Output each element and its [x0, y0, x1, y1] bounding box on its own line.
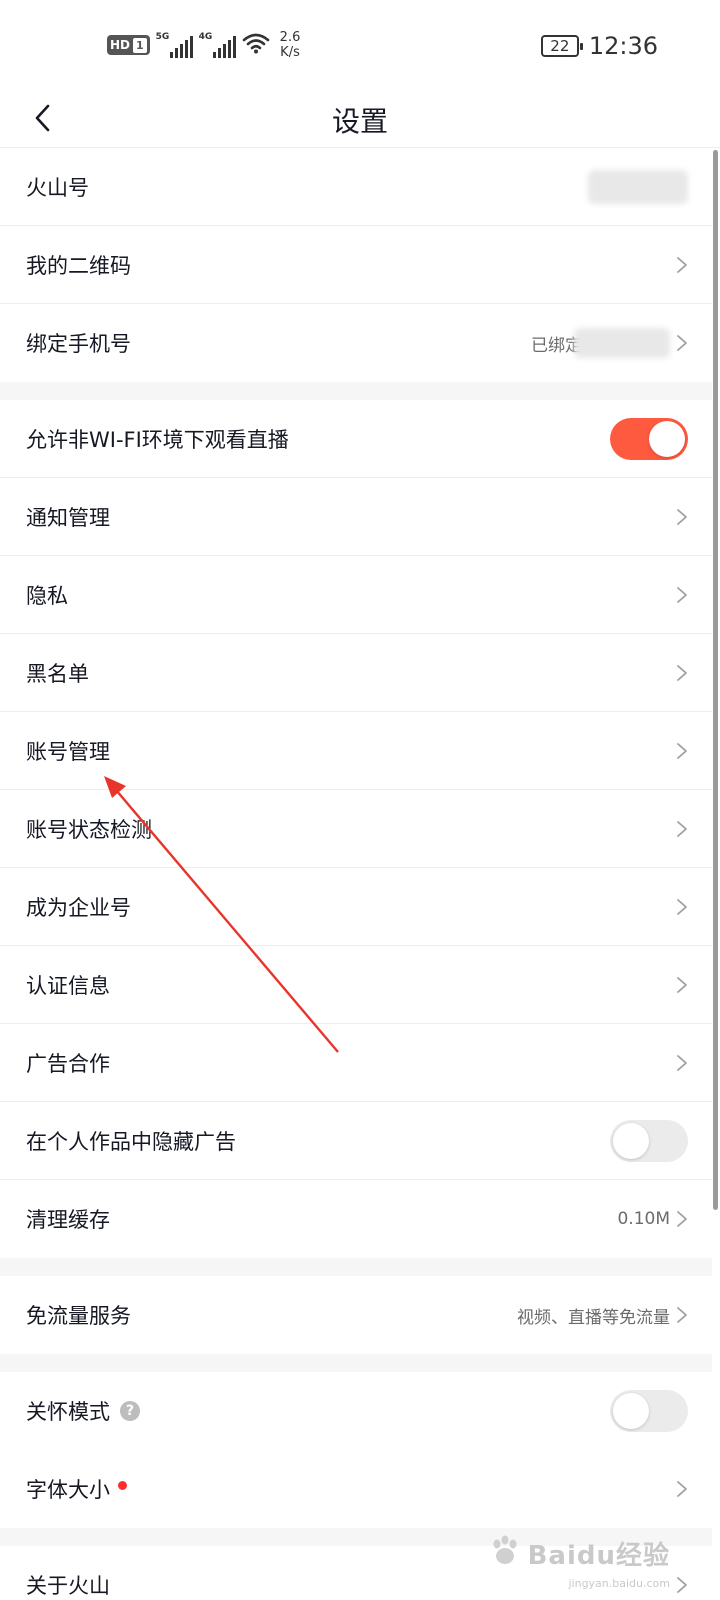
- row-label: 账号状态检测: [26, 817, 152, 842]
- battery-level: 22: [550, 37, 570, 55]
- row-label: 免流量服务: [26, 1304, 131, 1328]
- page-title: 设置: [331, 105, 388, 138]
- row-label: 绑定手机号: [26, 332, 131, 356]
- row-clear-cache[interactable]: 清理缓存 0.10M: [0, 1180, 712, 1258]
- settings-list: 火山号 我的二维码 绑定手机号 已绑定 允许非WI-FI环境下观看直播 通知管理…: [0, 148, 712, 1600]
- chevron-right-icon: [677, 1481, 687, 1497]
- row-label: 认证信息: [26, 973, 110, 998]
- row-ad-coop[interactable]: 广告合作: [0, 1024, 712, 1102]
- status-bar: HD 1 5G 4G 2.6 K/s 22 12:36: [0, 0, 720, 88]
- row-verification[interactable]: 认证信息: [0, 946, 712, 1024]
- net-5g-label: 5G: [155, 32, 170, 42]
- chevron-right-icon: [677, 1054, 687, 1071]
- hd-badge: HD 1: [107, 35, 150, 55]
- network-speed: 2.6 K/s: [280, 30, 301, 60]
- chevron-right-icon: [677, 898, 687, 915]
- net-4g-label: 4G: [198, 32, 213, 42]
- redacted-id: [588, 169, 688, 204]
- redacted-phone: [574, 328, 670, 358]
- row-label: 关怀模式: [26, 1400, 110, 1424]
- chevron-right-icon: [677, 820, 687, 837]
- row-notifications[interactable]: 通知管理: [0, 478, 712, 556]
- row-qr-code[interactable]: 我的二维码: [0, 226, 712, 304]
- watermark-text: Baidu经验: [527, 1540, 670, 1571]
- row-label: 我的二维码: [26, 253, 131, 278]
- row-label: 关于火山: [26, 1574, 110, 1598]
- row-label: 账号管理: [26, 739, 110, 764]
- scrollbar[interactable]: [713, 150, 718, 1210]
- free-data-desc: 视频、直播等免流量: [517, 1307, 670, 1328]
- chevron-right-icon: [677, 742, 687, 759]
- nav-bar: 设置: [0, 88, 720, 148]
- care-mode-toggle[interactable]: [610, 1390, 688, 1432]
- row-label: 火山号: [26, 175, 89, 200]
- row-huoshan-id[interactable]: 火山号: [0, 148, 712, 226]
- toggle-knob: [613, 1122, 649, 1159]
- row-font-size[interactable]: 字体大小: [0, 1450, 712, 1528]
- row-blacklist[interactable]: 黑名单: [0, 634, 712, 712]
- speed-value: 2.6: [279, 30, 301, 45]
- speed-unit: K/s: [280, 45, 300, 60]
- chevron-right-icon: [677, 1307, 687, 1323]
- clock: 12:36: [588, 32, 658, 60]
- row-enterprise[interactable]: 成为企业号: [0, 868, 712, 946]
- battery-icon: 22: [540, 35, 583, 57]
- row-label: 字体大小: [26, 1478, 110, 1502]
- wifi-icon: [242, 32, 270, 58]
- wifi-live-toggle[interactable]: [610, 417, 688, 460]
- section-divider: [0, 1354, 712, 1372]
- row-label: 隐私: [26, 583, 68, 608]
- row-wifi-live: 允许非WI-FI环境下观看直播: [0, 400, 712, 478]
- row-account-status[interactable]: 账号状态检测: [0, 790, 712, 868]
- row-privacy[interactable]: 隐私: [0, 556, 712, 634]
- paw-logo-icon: [488, 1534, 522, 1572]
- chevron-right-icon: [677, 1211, 687, 1227]
- chevron-right-icon: [677, 664, 687, 681]
- chevron-right-icon: [677, 1577, 687, 1593]
- toggle-knob: [649, 420, 685, 457]
- section-divider: [0, 1258, 712, 1276]
- help-icon[interactable]: ?: [120, 1401, 140, 1421]
- hd-label: HD: [110, 38, 131, 52]
- row-hide-ads: 在个人作品中隐藏广告: [0, 1102, 712, 1180]
- signal-5g-icon: 5G: [156, 32, 193, 58]
- row-label: 通知管理: [26, 505, 110, 530]
- signal-4g-icon: 4G: [199, 32, 236, 58]
- baidu-watermark: Baidu经验 jingyan.baidu.com: [488, 1534, 670, 1590]
- row-label: 黑名单: [26, 661, 89, 686]
- row-label: 成为企业号: [26, 895, 131, 920]
- chevron-right-icon: [677, 508, 687, 525]
- chevron-right-icon: [677, 256, 687, 273]
- row-free-data[interactable]: 免流量服务 视频、直播等免流量: [0, 1276, 712, 1354]
- row-label: 广告合作: [26, 1051, 110, 1076]
- sim-slot: 1: [133, 37, 147, 53]
- chevron-right-icon: [677, 976, 687, 993]
- new-badge-dot: [118, 1480, 127, 1490]
- status-bar-right: 22 12:36: [540, 32, 658, 60]
- section-divider: [0, 382, 712, 400]
- row-label: 在个人作品中隐藏广告: [26, 1129, 236, 1154]
- watermark-url: jingyan.baidu.com: [568, 1577, 670, 1590]
- chevron-right-icon: [677, 586, 687, 603]
- row-label: 允许非WI-FI环境下观看直播: [26, 427, 289, 452]
- chevron-right-icon: [677, 335, 687, 351]
- row-care-mode: 关怀模式 ?: [0, 1372, 712, 1450]
- cache-size: 0.10M: [617, 1209, 670, 1229]
- row-bind-phone[interactable]: 绑定手机号 已绑定: [0, 304, 712, 382]
- row-account-manage[interactable]: 账号管理: [0, 712, 712, 790]
- row-label: 清理缓存: [26, 1208, 110, 1232]
- toggle-knob: [613, 1393, 649, 1429]
- status-bar-left: HD 1 5G 4G 2.6 K/s: [107, 30, 300, 60]
- hide-ads-toggle[interactable]: [610, 1119, 688, 1162]
